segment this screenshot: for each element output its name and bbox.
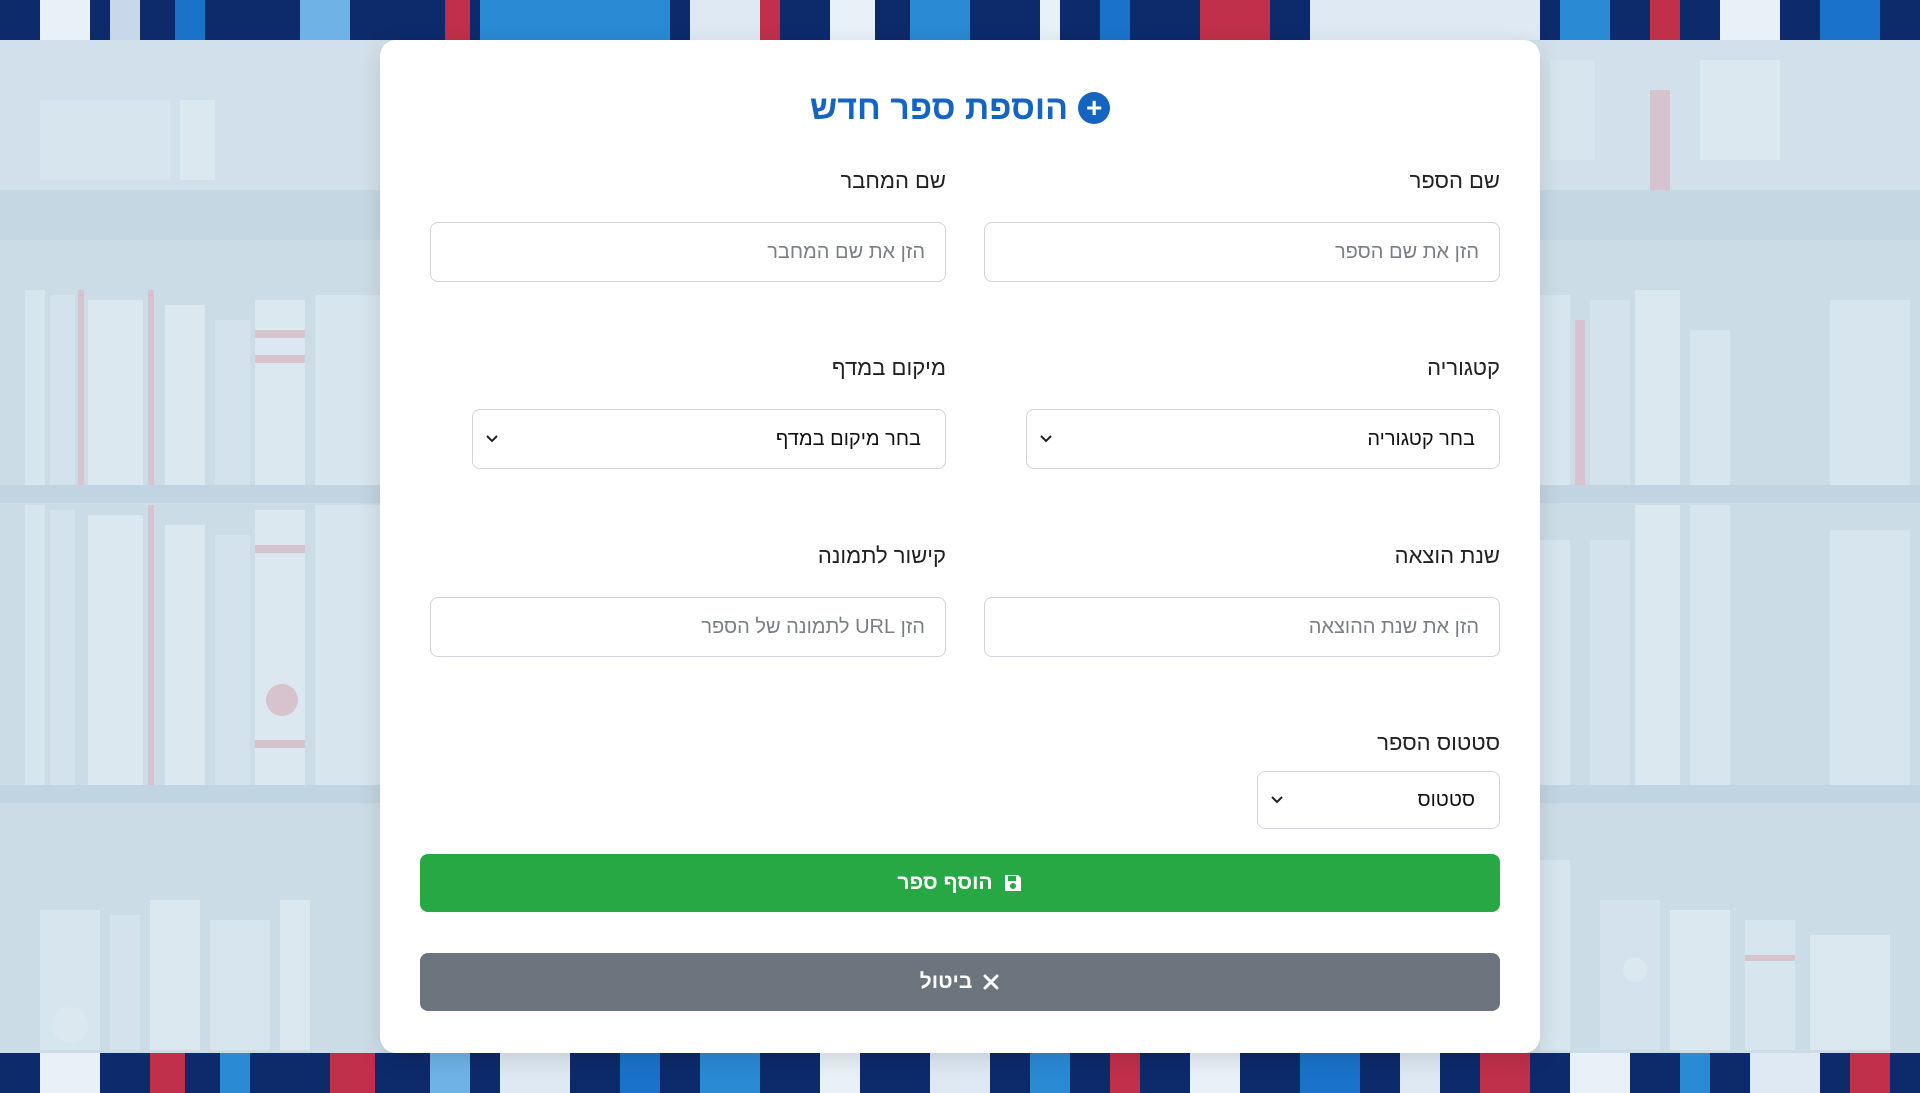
chevron-down-icon xyxy=(485,432,499,446)
author-name-input[interactable] xyxy=(430,222,946,282)
close-icon xyxy=(982,973,1000,991)
category-label: קטגוריה xyxy=(1427,355,1500,380)
form-title: הוספת ספר חדש xyxy=(809,88,1069,127)
plus-circle-icon: + xyxy=(1078,92,1111,124)
chevron-down-icon xyxy=(1270,793,1284,807)
image-link-input[interactable] xyxy=(430,597,946,657)
book-status-select[interactable]: סטטוס xyxy=(1257,771,1500,829)
add-book-form: + הוספת ספר חדש שם הספר שם המחבר קטגוריה… xyxy=(380,40,1540,1053)
cancel-button[interactable]: ביטול xyxy=(420,953,1500,1011)
image-link-label: קישור לתמונה xyxy=(817,543,946,568)
book-status-selected-value: סטטוס xyxy=(1417,788,1475,811)
chevron-down-icon xyxy=(1039,432,1053,446)
cancel-button-label: ביטול xyxy=(919,970,973,993)
publish-year-input[interactable] xyxy=(984,597,1500,657)
shelf-location-select[interactable]: בחר מיקום במדף xyxy=(472,409,946,469)
add-book-button-label: הוסף ספר xyxy=(897,871,993,894)
publish-year-label: שנת הוצאה xyxy=(1394,543,1500,568)
author-name-label: שם המחבר xyxy=(840,168,946,193)
category-selected-value: בחר קטגוריה xyxy=(1367,427,1475,450)
save-icon xyxy=(1003,873,1023,893)
form-header: + הוספת ספר חדש xyxy=(380,84,1540,132)
book-name-label: שם הספר xyxy=(1409,168,1500,193)
add-book-button[interactable]: הוסף ספר xyxy=(420,854,1500,912)
book-name-input[interactable] xyxy=(984,222,1500,282)
shelf-location-label: מיקום במדף xyxy=(831,355,946,380)
book-status-label: סטטוס הספר xyxy=(1377,730,1500,755)
category-select[interactable]: בחר קטגוריה xyxy=(1026,409,1500,469)
shelf-location-selected-value: בחר מיקום במדף xyxy=(775,427,921,450)
